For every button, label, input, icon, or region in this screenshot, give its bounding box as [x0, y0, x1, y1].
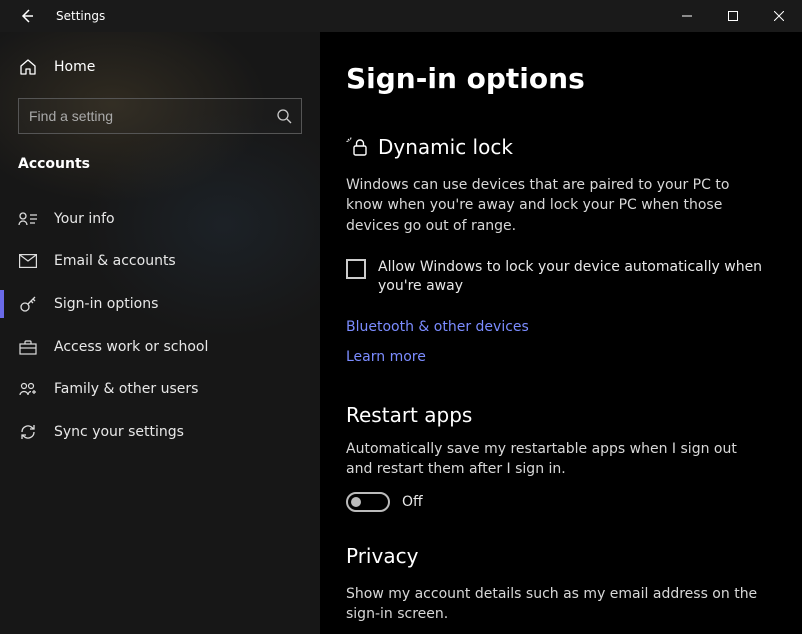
- section-heading-text: Privacy: [346, 544, 418, 568]
- restart-apps-toggle-row: Off: [346, 492, 776, 512]
- close-icon: [774, 11, 784, 21]
- section-heading-text: Restart apps: [346, 403, 472, 427]
- restart-apps-desc: Automatically save my restartable apps w…: [346, 439, 766, 480]
- restart-apps-toggle-label: Off: [402, 494, 423, 510]
- search-wrap: [18, 98, 302, 134]
- dynamic-lock-desc: Windows can use devices that are paired …: [346, 175, 766, 236]
- sidebar-item-email-accounts[interactable]: Email & accounts: [0, 240, 320, 282]
- privacy-desc: Show my account details such as my email…: [346, 584, 766, 625]
- maximize-button[interactable]: [710, 0, 756, 32]
- sidebar-item-label: Email & accounts: [54, 253, 176, 269]
- section-restart-apps: Restart apps Automatically save my resta…: [346, 403, 776, 512]
- home-button[interactable]: Home: [0, 44, 320, 90]
- sidebar-item-sync-settings[interactable]: Sync your settings: [0, 410, 320, 454]
- maximize-icon: [728, 11, 738, 21]
- search-input[interactable]: [18, 98, 302, 134]
- app-title: Settings: [56, 9, 105, 23]
- sidebar-item-label: Your info: [54, 211, 115, 227]
- checkbox-allow-autolock[interactable]: [346, 259, 366, 279]
- briefcase-icon: [18, 339, 38, 355]
- home-label: Home: [54, 59, 95, 75]
- sidebar-item-access-work-school[interactable]: Access work or school: [0, 326, 320, 368]
- dynamic-lock-icon: [346, 137, 368, 157]
- family-icon: [18, 381, 38, 397]
- sidebar-item-label: Access work or school: [54, 339, 208, 355]
- checkbox-allow-autolock-label: Allow Windows to lock your device automa…: [378, 258, 766, 297]
- section-heading-dynamic-lock: Dynamic lock: [346, 135, 776, 159]
- sidebar-item-sign-in-options[interactable]: Sign-in options: [0, 282, 320, 326]
- key-icon: [18, 295, 38, 313]
- nav-list: Your info Email & accounts Sign-in optio…: [0, 198, 320, 454]
- sidebar-item-label: Family & other users: [54, 381, 198, 397]
- section-privacy: Privacy Show my account details such as …: [346, 544, 776, 625]
- titlebar: Settings: [0, 0, 802, 32]
- sidebar: Home Accounts Your info Email & accounts: [0, 32, 320, 634]
- sidebar-item-your-info[interactable]: Your info: [0, 198, 320, 240]
- dynamic-lock-checkbox-row[interactable]: Allow Windows to lock your device automa…: [346, 258, 766, 297]
- sidebar-item-label: Sync your settings: [54, 424, 184, 440]
- category-label: Accounts: [0, 148, 320, 180]
- sidebar-item-family-other-users[interactable]: Family & other users: [0, 368, 320, 410]
- close-button[interactable]: [756, 0, 802, 32]
- toggle-knob: [351, 497, 361, 507]
- content-pane: Sign-in options Dynamic lock Windows can…: [320, 32, 802, 634]
- section-heading-text: Dynamic lock: [378, 135, 513, 159]
- link-learn-more[interactable]: Learn more: [346, 349, 776, 365]
- link-bluetooth-other-devices[interactable]: Bluetooth & other devices: [346, 319, 776, 335]
- home-icon: [18, 58, 38, 76]
- minimize-button[interactable]: [664, 0, 710, 32]
- section-dynamic-lock: Dynamic lock Windows can use devices tha…: [346, 135, 776, 365]
- arrow-left-icon: [19, 8, 35, 24]
- mail-icon: [18, 254, 38, 268]
- restart-apps-toggle[interactable]: [346, 492, 390, 512]
- minimize-icon: [682, 11, 692, 21]
- section-heading-restart-apps: Restart apps: [346, 403, 776, 427]
- person-card-icon: [18, 211, 38, 227]
- back-button[interactable]: [12, 1, 42, 31]
- page-title: Sign-in options: [346, 62, 776, 95]
- sync-icon: [18, 423, 38, 441]
- search-icon: [276, 108, 292, 124]
- sidebar-item-label: Sign-in options: [54, 296, 158, 312]
- section-heading-privacy: Privacy: [346, 544, 776, 568]
